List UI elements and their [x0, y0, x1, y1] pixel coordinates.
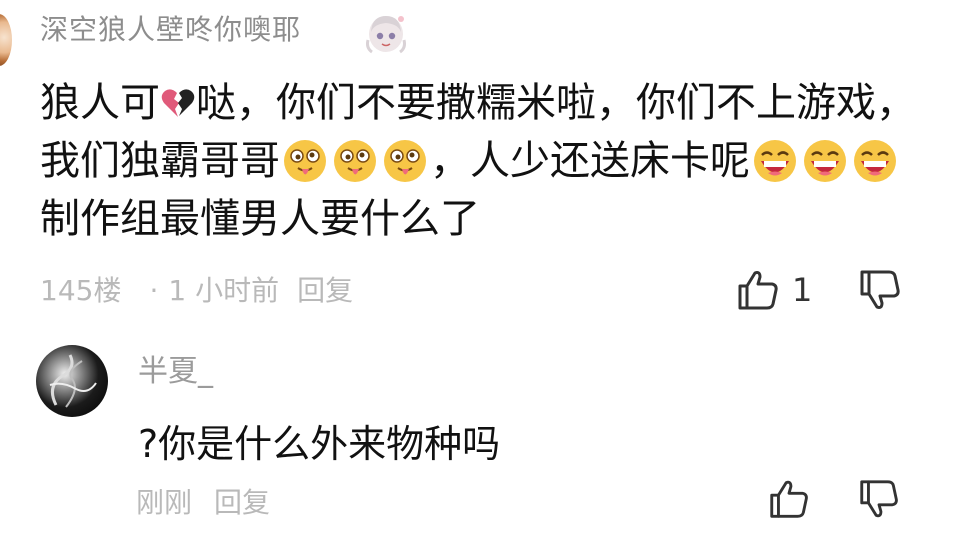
floor-number: 145楼 [40, 274, 122, 307]
comment-body: 狼人可 哒，你们不要撒糯米啦，你们不上游戏， 我们独霸哥哥 ，人少还送床卡呢 制… [40, 74, 940, 248]
thumbs-down-icon[interactable] [856, 476, 902, 522]
comment-line-2: 我们独霸哥哥 ，人少还送床卡呢 [40, 132, 940, 190]
reply-reply-button[interactable]: 回复 [214, 486, 270, 519]
reply-button[interactable]: 回复 [297, 274, 353, 307]
commenter-avatar[interactable] [0, 14, 12, 66]
grinning-emoji-icon [854, 140, 896, 182]
tongue-out-emoji-icon [384, 140, 426, 182]
thumbs-down-icon[interactable] [856, 266, 904, 314]
user-badge-icon [366, 16, 406, 54]
comment-meta: 145楼 · 1 小时前 回复 [40, 270, 371, 312]
tongue-out-emoji-icon [284, 140, 326, 182]
comment-line-1: 狼人可 哒，你们不要撒糯米啦，你们不上游戏， [40, 74, 940, 132]
reply-body: ?你是什么外来物种吗 [138, 422, 501, 466]
comment-username[interactable]: 深空狼人壁咚你噢耶 [40, 10, 301, 50]
comment-text-segment: 制作组最懂男人要什么了 [40, 196, 480, 242]
broken-heart-icon [161, 89, 195, 117]
grinning-emoji-icon [804, 140, 846, 182]
meta-separator: · [149, 274, 159, 307]
tongue-out-emoji-icon [334, 140, 376, 182]
comment-timestamp: 1 小时前 [168, 274, 280, 307]
reply-meta: 刚刚 回复 [136, 482, 292, 524]
reply-timestamp: 刚刚 [136, 486, 193, 519]
like-count: 1 [792, 271, 813, 309]
thumbs-up-icon[interactable] [734, 266, 782, 314]
comment-text-segment: 狼人可 [40, 80, 160, 126]
reply-avatar[interactable] [36, 345, 108, 417]
reply-username[interactable]: 半夏_ [138, 350, 213, 394]
comment-text-segment: 哒，你们不要撒糯米啦，你们不上游戏， [196, 80, 916, 126]
smoke-avatar-image [49, 354, 97, 408]
thumbs-up-icon[interactable] [766, 476, 812, 522]
comment-text-segment: 我们独霸哥哥 [40, 138, 280, 184]
comment-text-segment: ，人少还送床卡呢 [430, 138, 750, 184]
grinning-emoji-icon [754, 140, 796, 182]
comment-line-3: 制作组最懂男人要什么了 [40, 190, 940, 248]
